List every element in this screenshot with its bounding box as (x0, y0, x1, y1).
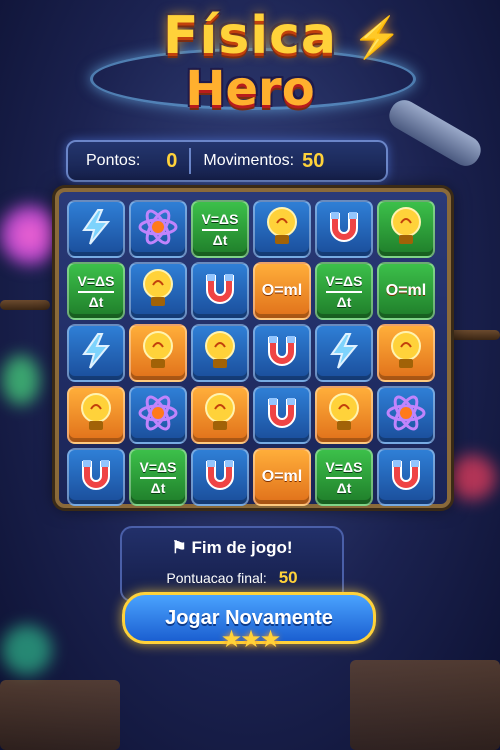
flask-green-bottom (2, 625, 52, 675)
tile-bolt[interactable] (67, 200, 125, 258)
formula-bottom: Δt (325, 290, 363, 310)
logo-subtitle: Hero (185, 61, 315, 117)
lightbulb-icon (200, 391, 240, 440)
lab-desk-right (350, 660, 500, 750)
tile-magnet[interactable] (377, 448, 435, 506)
magnet-icon (261, 392, 303, 439)
lightbulb-icon (200, 329, 240, 378)
logo-lightning-icon: ⚡ (352, 16, 402, 60)
magnet-icon (199, 268, 241, 315)
tile-ohm[interactable]: O=ml (253, 448, 311, 506)
magnet-icon (75, 454, 117, 501)
tile-bulb[interactable] (315, 386, 373, 444)
tile-formula[interactable]: V=ΔS Δt (129, 448, 187, 506)
ohm-icon: O=ml (261, 282, 303, 299)
formula-bottom: Δt (139, 476, 177, 496)
formula-bottom: Δt (201, 228, 239, 248)
flask-green-left (2, 355, 40, 405)
magnet-icon (323, 206, 365, 253)
formula-icon: V=ΔS Δt (201, 210, 239, 248)
tile-bulb[interactable] (377, 324, 435, 382)
lightbulb-icon (324, 391, 364, 440)
formula-top: V=ΔS (77, 272, 115, 289)
formula-top: V=ΔS (325, 272, 363, 289)
final-score: Pontuacao final: 50 (122, 568, 342, 588)
shelf-right (448, 330, 500, 340)
tile-bolt[interactable] (315, 324, 373, 382)
lightning-icon (76, 331, 116, 376)
lightning-icon (76, 207, 116, 252)
tile-ohm[interactable]: O=ml (253, 262, 311, 320)
tile-atom[interactable] (377, 386, 435, 444)
tile-atom[interactable] (129, 386, 187, 444)
game-over-title: ⚑ Fim de jogo! (122, 538, 342, 558)
formula-bottom: Δt (77, 290, 115, 310)
formula-top: V=ΔS (201, 210, 239, 227)
points-label: Pontos: (86, 152, 141, 169)
rating-stars-icon: ★★★ (220, 626, 282, 653)
logo-title: Física (162, 6, 338, 66)
tile-formula[interactable]: V=ΔS Δt (191, 200, 249, 258)
shelf-left (0, 300, 50, 310)
tile-magnet[interactable] (191, 262, 249, 320)
game-over-text: Fim de jogo! (191, 538, 293, 557)
ohm-icon: O=ml (385, 282, 427, 299)
lightning-icon (324, 331, 364, 376)
tile-bulb[interactable] (377, 200, 435, 258)
score-bar: Pontos: 0 Movimentos: 50 (66, 140, 388, 182)
lightbulb-icon (76, 391, 116, 440)
final-score-value: 50 (278, 568, 298, 587)
tile-grid: V=ΔS Δt V=ΔS Δt O=ml V=ΔS Δt O=ml V=ΔS Δt O=ml V=ΔS… (67, 200, 435, 506)
game-over-panel: ⚑ Fim de jogo! Pontuacao final: 50 (120, 526, 344, 602)
formula-bottom: Δt (325, 476, 363, 496)
tile-bulb[interactable] (67, 386, 125, 444)
tile-formula[interactable]: V=ΔS Δt (315, 262, 373, 320)
tile-bulb[interactable] (191, 324, 249, 382)
tile-bulb[interactable] (129, 324, 187, 382)
lightbulb-icon (386, 329, 426, 378)
tile-ohm[interactable]: O=ml (377, 262, 435, 320)
tile-bulb[interactable] (253, 200, 311, 258)
formula-icon: V=ΔS Δt (325, 272, 363, 310)
game-board: V=ΔS Δt V=ΔS Δt O=ml V=ΔS Δt O=ml V=ΔS Δt O=ml V=ΔS… (55, 188, 451, 508)
tile-bolt[interactable] (67, 324, 125, 382)
flag-icon: ⚑ (171, 538, 187, 557)
game-logo: Física Hero (0, 8, 500, 114)
moves-value: 50 (302, 149, 325, 172)
atom-icon (137, 392, 179, 439)
lightbulb-icon (138, 329, 178, 378)
magnet-icon (199, 454, 241, 501)
formula-icon: V=ΔS Δt (77, 272, 115, 310)
formula-icon: V=ΔS Δt (325, 458, 363, 496)
formula-icon: V=ΔS Δt (139, 458, 177, 496)
lab-desk-left (0, 680, 120, 750)
final-score-label: Pontuacao final: (166, 570, 267, 586)
tile-formula[interactable]: V=ΔS Δt (315, 448, 373, 506)
tile-formula[interactable]: V=ΔS Δt (67, 262, 125, 320)
tile-bulb[interactable] (191, 386, 249, 444)
magnet-icon (385, 454, 427, 501)
points-value: 0 (166, 149, 178, 172)
lightbulb-icon (138, 267, 178, 316)
atom-icon (137, 206, 179, 253)
flask-red-right (448, 455, 496, 500)
tile-magnet[interactable] (315, 200, 373, 258)
tile-magnet[interactable] (191, 448, 249, 506)
moves-label: Movimentos: (203, 152, 295, 169)
atom-icon (385, 392, 427, 439)
tile-atom[interactable] (129, 200, 187, 258)
lightbulb-icon (262, 205, 302, 254)
score-divider (189, 148, 192, 174)
tile-magnet[interactable] (253, 386, 311, 444)
magnet-icon (261, 330, 303, 377)
formula-top: V=ΔS (139, 458, 177, 475)
tile-magnet[interactable] (253, 324, 311, 382)
formula-top: V=ΔS (325, 458, 363, 475)
tile-magnet[interactable] (67, 448, 125, 506)
tile-bulb[interactable] (129, 262, 187, 320)
plasma-ball (0, 205, 60, 265)
lightbulb-icon (386, 205, 426, 254)
ohm-icon: O=ml (261, 468, 303, 485)
